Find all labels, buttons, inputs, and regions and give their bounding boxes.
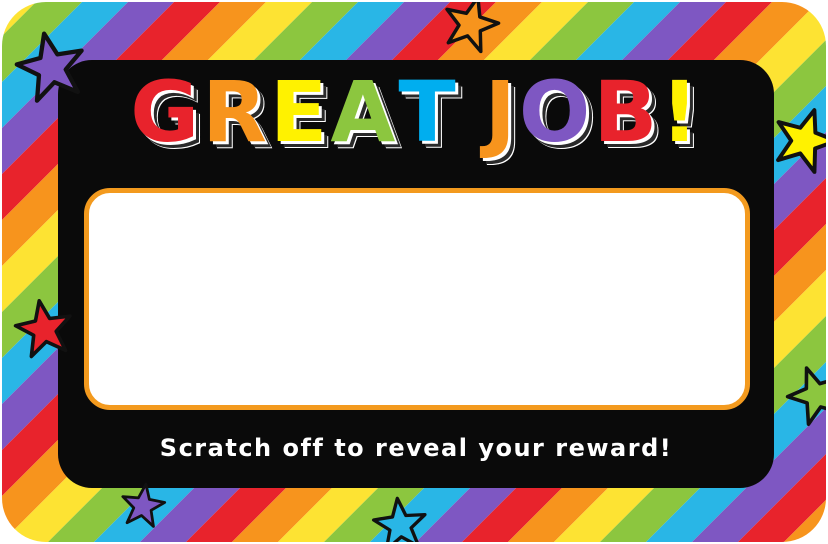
- blue-star-icon: [371, 496, 427, 542]
- title-letter: G: [130, 63, 203, 161]
- scratch-off-area[interactable]: [84, 188, 750, 410]
- title-letter: O: [518, 63, 594, 161]
- title-letter: R: [202, 63, 270, 161]
- black-panel: GREAT JOB! Scratch off to reveal your re…: [58, 60, 774, 488]
- great-job-title: GREAT JOB!: [58, 70, 774, 154]
- title-letter: !: [660, 63, 702, 161]
- title-letter: B: [593, 63, 661, 161]
- rainbow-star-icon: [13, 299, 72, 359]
- title-letter: J: [484, 63, 519, 161]
- purple-star-small-icon: [121, 482, 167, 528]
- title-letter: E: [269, 63, 331, 161]
- title-letter: T: [398, 63, 459, 161]
- reward-card: GREAT JOB! Scratch off to reveal your re…: [2, 2, 826, 542]
- title-letter: A: [330, 63, 399, 161]
- scratch-caption: Scratch off to reveal your reward!: [159, 434, 673, 462]
- purple-star-icon: [14, 31, 84, 103]
